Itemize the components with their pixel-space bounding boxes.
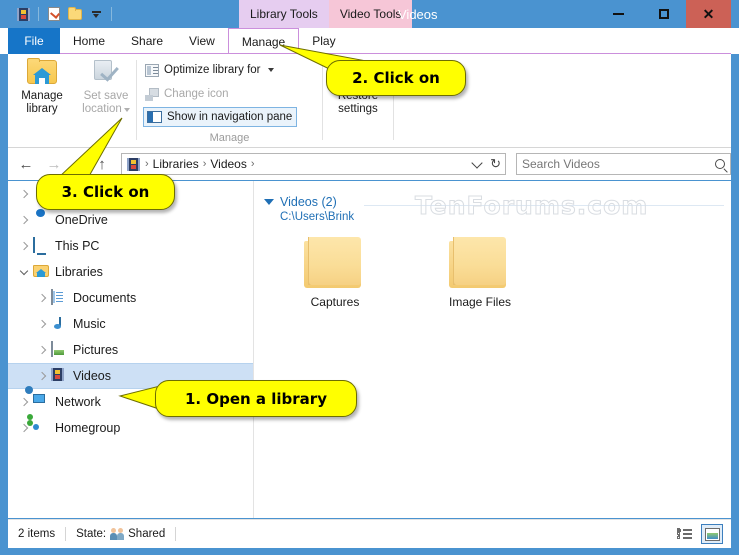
callout-step-1: 1. Open a library: [155, 380, 357, 417]
file-explorer-window: Library Tools Video Tools Videos ✕ File …: [0, 0, 739, 555]
callout-step-2: 2. Click on: [326, 60, 466, 96]
callout-step-3: 3. Click on: [36, 174, 175, 210]
